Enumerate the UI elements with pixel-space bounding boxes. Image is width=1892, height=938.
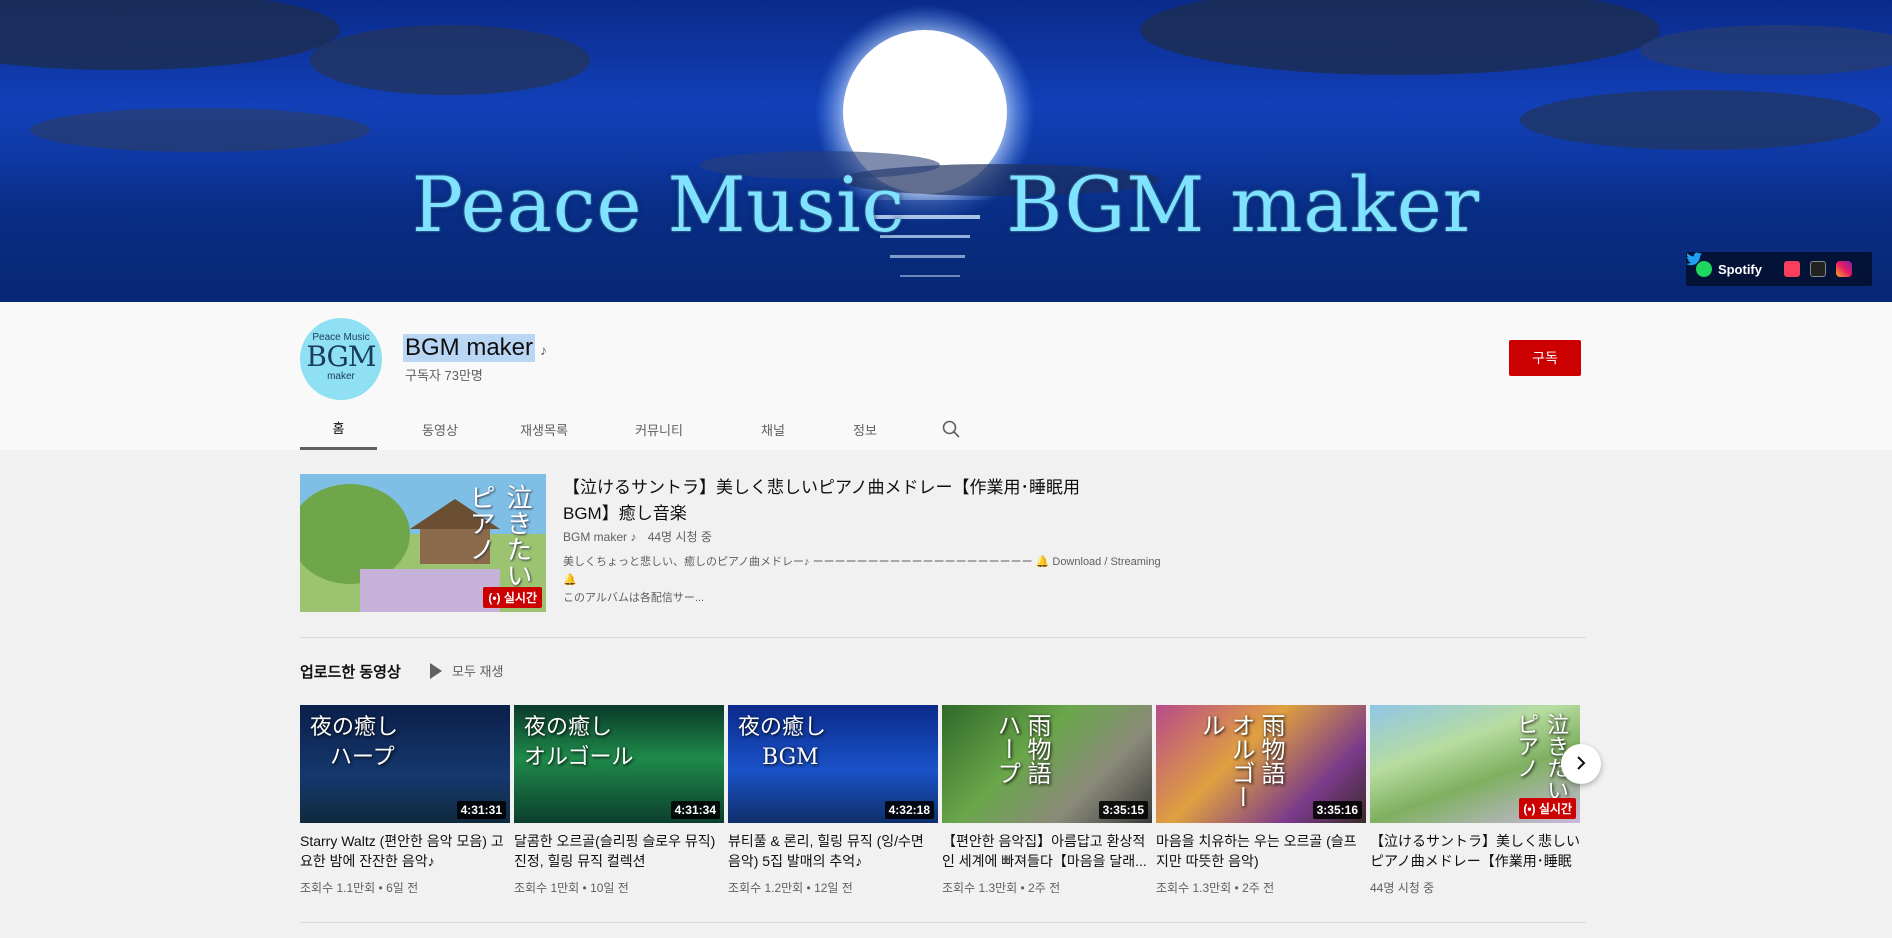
video-meta: 조회수 1.2만회 • 12일 전 bbox=[728, 881, 853, 895]
music-note-icon: ♪ bbox=[540, 342, 547, 358]
tab-channels[interactable]: 채널 bbox=[722, 408, 824, 450]
channel-tabs: 홈 동영상 재생목록 커뮤니티 채널 정보 bbox=[300, 408, 966, 450]
tab-community[interactable]: 커뮤니티 bbox=[596, 408, 722, 450]
video-card[interactable]: 夜の癒し ハープ 4:31:31 Starry Waltz (편안한 음악 모음)… bbox=[300, 705, 510, 896]
avatar-line2: BGM bbox=[306, 340, 376, 373]
thumb-text: 夜の癒し ハープ bbox=[310, 715, 399, 770]
video-thumbnail[interactable]: 夜の癒し オルゴール 4:31:34 bbox=[514, 705, 724, 823]
uploads-shelf: 夜の癒し ハープ 4:31:31 Starry Waltz (편안한 음악 모음)… bbox=[300, 705, 1582, 896]
featured-thumbnail[interactable]: 泣きたいピアノ (•) 실시간 bbox=[300, 474, 546, 612]
instagram-icon[interactable] bbox=[1836, 261, 1852, 277]
tab-videos[interactable]: 동영상 bbox=[388, 408, 492, 450]
video-title[interactable]: 뷰티풀 & 론리, 힐링 뮤직 (잉/수면 음악) 5집 발매의 추억♪ bbox=[728, 831, 938, 871]
banner-art bbox=[0, 0, 1892, 302]
video-meta: 조회수 1.3만회 • 2주 전 bbox=[942, 881, 1061, 895]
video-card[interactable]: 夜の癒し オルゴール 4:31:34 달콤한 오르골(슬리핑 슬로우 뮤직)진정,… bbox=[514, 705, 724, 896]
linkcore-icon[interactable] bbox=[1810, 261, 1826, 277]
video-thumbnail[interactable]: 泣きたい ピアノ (•) 실시간 bbox=[1370, 705, 1580, 823]
video-meta: 44명 시청 중 bbox=[1370, 881, 1435, 895]
tab-playlists[interactable]: 재생목록 bbox=[492, 408, 596, 450]
thumb-text: 夜の癒し オルゴール bbox=[524, 715, 634, 770]
banner-title-right: BGM maker bbox=[1006, 160, 1481, 249]
tab-about[interactable]: 정보 bbox=[824, 408, 906, 450]
video-thumbnail[interactable]: 雨物語 ハープ 3:35:15 bbox=[942, 705, 1152, 823]
video-card[interactable]: 雨物語 オルゴール 3:35:16 마음을 치유하는 우는 오르골 (슬프지만 따… bbox=[1156, 705, 1366, 896]
video-meta: 조회수 1.3만회 • 2주 전 bbox=[1156, 881, 1275, 895]
channel-links: Spotify bbox=[1685, 252, 1872, 286]
spotify-link[interactable]: Spotify bbox=[1695, 261, 1762, 277]
uploads-title[interactable]: 업로드한 동영상 bbox=[300, 661, 401, 682]
thumb-text: 雨物語 オルゴール bbox=[1197, 713, 1285, 809]
video-card[interactable]: 泣きたい ピアノ (•) 실시간 【泣けるサントラ】美しく悲しいピアノ曲メドレー【… bbox=[1370, 705, 1580, 896]
video-title[interactable]: 【편안한 음악집】아름답고 환상적인 세계에 빠져들다【마음을 달래... bbox=[942, 831, 1152, 871]
live-badge: (•) 실시간 bbox=[1519, 798, 1576, 819]
search-icon[interactable] bbox=[936, 408, 966, 450]
featured-meta: BGM maker ♪ 44명 시청 중 bbox=[563, 528, 712, 545]
play-all-label: 모두 재생 bbox=[452, 664, 504, 679]
tab-home[interactable]: 홈 bbox=[300, 408, 377, 450]
duration-badge: 4:31:34 bbox=[670, 801, 720, 819]
subscribe-button[interactable]: 구독 bbox=[1509, 340, 1581, 376]
video-title[interactable]: 달콤한 오르골(슬리핑 슬로우 뮤직)진정, 힐링 뮤직 컬렉션 bbox=[514, 831, 724, 871]
video-thumbnail[interactable]: 夜の癒し ハープ 4:31:31 bbox=[300, 705, 510, 823]
shelf-next-button[interactable] bbox=[1561, 744, 1601, 784]
chevron-right-icon bbox=[1574, 753, 1588, 776]
duration-badge: 3:35:16 bbox=[1312, 801, 1362, 819]
live-badge: (•) 실시간 bbox=[483, 587, 542, 608]
duration-badge: 3:35:15 bbox=[1098, 801, 1148, 819]
video-thumbnail[interactable]: 夜の癒し BGM 4:32:18 bbox=[728, 705, 938, 823]
video-title[interactable]: 마음을 치유하는 우는 오르골 (슬프지만 따뜻한 음악) bbox=[1156, 831, 1366, 871]
featured-viewers: 44명 시청 중 bbox=[647, 530, 712, 544]
featured-title[interactable]: 【泣けるサントラ】美しく悲しいピアノ曲メドレー【作業用･睡眠用BGM】癒し音楽 bbox=[563, 475, 1103, 527]
featured-desc-line1: 美しくちょっと悲しい、癒しのピアノ曲メドレー♪ ーーーーーーーーーーーーーーーー… bbox=[563, 556, 1161, 586]
play-icon bbox=[430, 662, 442, 679]
music-note-icon: ♪ bbox=[630, 530, 637, 544]
video-thumbnail[interactable]: 雨物語 オルゴール 3:35:16 bbox=[1156, 705, 1366, 823]
subscriber-count: 구독자 73만명 bbox=[405, 368, 483, 383]
featured-description: 美しくちょっと悲しい、癒しのピアノ曲メドレー♪ ーーーーーーーーーーーーーーーー… bbox=[563, 553, 1163, 607]
avatar[interactable]: Peace Music BGM maker bbox=[300, 318, 382, 400]
duration-badge: 4:31:31 bbox=[456, 801, 506, 819]
banner-title: Peace Music BGM maker bbox=[0, 160, 1892, 249]
thumb-text: 雨物語 ハープ bbox=[993, 713, 1051, 785]
duration-badge: 4:32:18 bbox=[884, 801, 934, 819]
channel-name: BGM maker bbox=[403, 334, 536, 362]
video-card[interactable]: 雨物語 ハープ 3:35:15 【편안한 음악집】아름답고 환상적인 세계에 빠져… bbox=[942, 705, 1152, 896]
video-card[interactable]: 夜の癒し BGM 4:32:18 뷰티풀 & 론리, 힐링 뮤직 (잉/수면 음악… bbox=[728, 705, 938, 896]
play-all-button[interactable]: 모두 재생 bbox=[430, 661, 503, 680]
channel-banner: Peace Music BGM maker Spotify bbox=[0, 0, 1892, 302]
featured-desc-line2: このアルバムは各配信サー... bbox=[563, 592, 705, 604]
apple-music-icon[interactable] bbox=[1784, 261, 1800, 277]
featured-channel[interactable]: BGM maker bbox=[563, 530, 627, 544]
video-meta: 조회수 1.1만회 • 6일 전 bbox=[300, 881, 419, 895]
thumb-text: 夜の癒し BGM bbox=[738, 715, 827, 770]
spotify-label: Spotify bbox=[1717, 261, 1762, 277]
divider bbox=[300, 637, 1586, 638]
video-title[interactable]: 【泣けるサントラ】美しく悲しいピアノ曲メドレー【作業用･睡眠用... bbox=[1370, 831, 1580, 871]
banner-title-left: Peace Music bbox=[411, 160, 906, 249]
video-meta: 조회수 1만회 • 10일 전 bbox=[514, 881, 629, 895]
divider bbox=[300, 922, 1586, 923]
video-title[interactable]: Starry Waltz (편안한 음악 모음) 고요한 밤에 잔잔한 음악♪ bbox=[300, 831, 510, 871]
